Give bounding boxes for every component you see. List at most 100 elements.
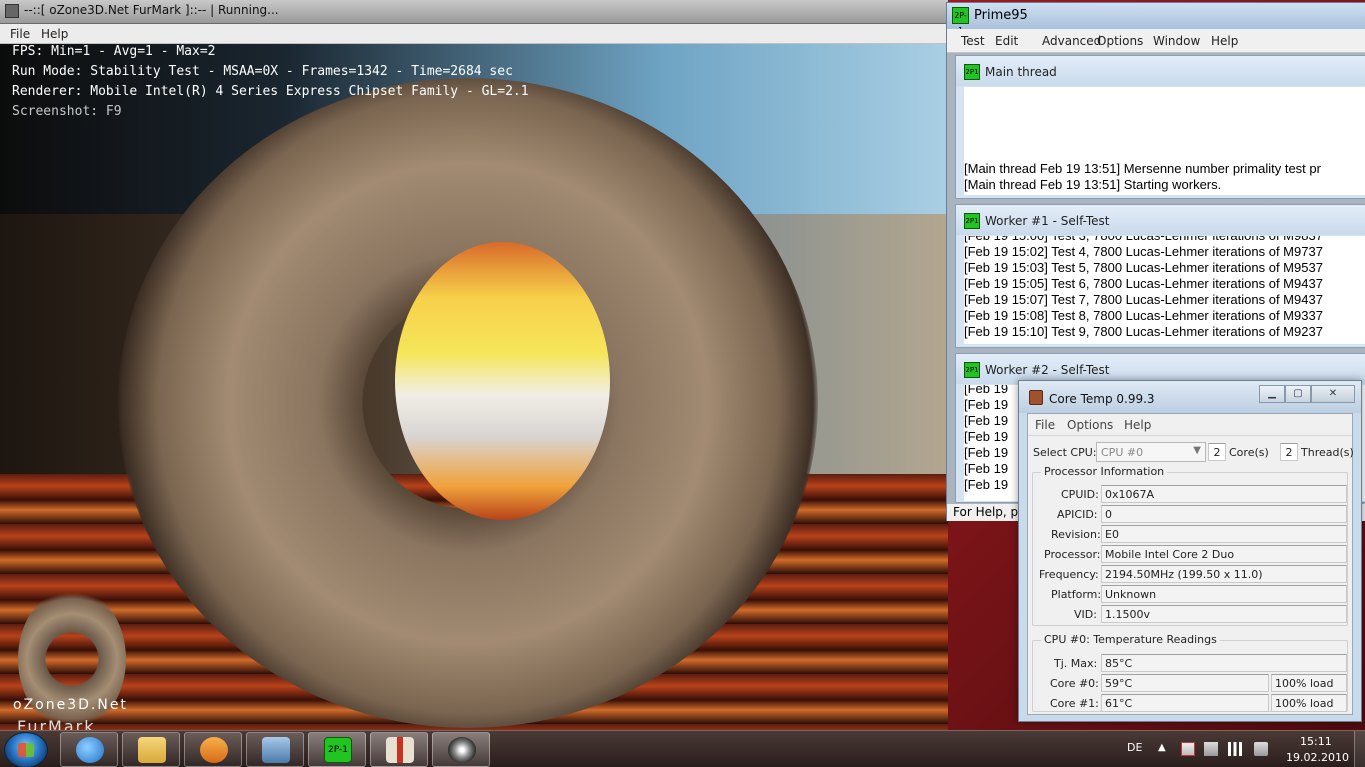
clock-date[interactable]: 19.02.2010 xyxy=(1286,751,1349,764)
hud-screenshot-hint: Screenshot: F9 xyxy=(12,104,122,119)
furmark-logo-name: FurMark xyxy=(17,717,96,730)
power-icon[interactable] xyxy=(1204,742,1218,756)
network-signal-icon[interactable] xyxy=(1228,742,1242,756)
worker1-log-line: [Feb 19 15:07] Test 7, 7800 Lucas-Lehmer… xyxy=(964,292,1323,307)
worker1-log[interactable]: [Feb 19 15:00] Test 3, 7800 Lucas-Lehmer… xyxy=(964,236,1365,344)
furmark-menu-file[interactable]: File xyxy=(10,27,30,41)
main-thread-header[interactable]: 2P1 Main thread xyxy=(956,56,1365,86)
coretemp-window-buttons: ▁ ▢ ✕ xyxy=(1259,385,1355,403)
taskbar: 2P-1 DE ▲ 15:11 19.02.2010 xyxy=(0,730,1365,767)
furmark-menu-help[interactable]: Help xyxy=(41,27,68,41)
info-label: VID: xyxy=(1074,608,1097,621)
maximize-button[interactable]: ▢ xyxy=(1285,385,1311,403)
core1-label: Core #1: xyxy=(1050,697,1099,710)
tj-max-value: 85°C xyxy=(1101,654,1347,672)
taskbar-prime95[interactable]: 2P-1 xyxy=(308,732,366,767)
coretemp-window: Core Temp 0.99.3 ▁ ▢ ✕ File Options Help… xyxy=(1018,380,1362,722)
main-thread-icon: 2P1 xyxy=(964,64,980,80)
temperature-readings-title: CPU #0: Temperature Readings xyxy=(1041,633,1220,646)
processor-info-title: Processor Information xyxy=(1041,465,1168,478)
taskbar-core-temp[interactable] xyxy=(370,732,428,767)
threads-label: Thread(s) xyxy=(1301,446,1354,459)
worker1-icon: 2P1 xyxy=(964,213,980,229)
worker1-log-line: [Feb 19 15:05] Test 6, 7800 Lucas-Lehmer… xyxy=(964,276,1323,291)
show-desktop-button[interactable] xyxy=(1354,731,1365,767)
worker2-title: Worker #2 - Self-Test xyxy=(985,363,1110,377)
coretemp-titlebar[interactable]: Core Temp 0.99.3 ▁ ▢ ✕ xyxy=(1019,381,1361,413)
taskbar-furmark[interactable] xyxy=(432,732,490,767)
prime95-window-title: Prime95 xyxy=(974,8,1028,23)
remote-desktop-icon xyxy=(262,737,290,763)
coretemp-menu-help[interactable]: Help xyxy=(1124,418,1151,432)
taskbar-internet-explorer[interactable] xyxy=(60,732,118,767)
coretemp-content: File Options Help Select CPU: CPU #0 ▼ 2… xyxy=(1027,413,1354,715)
media-player-icon xyxy=(200,737,228,763)
prime95-menubar: Test Edit Advanced Options Window Help xyxy=(947,29,1365,53)
cores-count: 2 xyxy=(1208,443,1226,461)
core0-temp: 59°C xyxy=(1101,674,1269,692)
show-hidden-icons-arrow-icon[interactable]: ▲ xyxy=(1158,742,1166,753)
worker1-log-line: [Feb 19 15:03] Test 5, 7800 Lucas-Lehmer… xyxy=(964,260,1323,275)
thermometer-icon xyxy=(386,737,414,763)
info-label: CPUID: xyxy=(1061,488,1099,501)
coretemp-window-title: Core Temp 0.99.3 xyxy=(1049,392,1155,406)
info-label: APICID: xyxy=(1057,508,1098,521)
apicid-value: 0 xyxy=(1101,505,1347,523)
cores-label: Core(s) xyxy=(1229,446,1269,459)
worker2-icon: 2P1 xyxy=(964,362,980,378)
worker1-window[interactable]: 2P1 Worker #1 - Self-Test [Feb 19 15:00]… xyxy=(955,204,1365,348)
prime95-icon: 2P-1 xyxy=(324,737,352,763)
main-thread-log[interactable]: [Main thread Feb 19 13:51] Mersenne numb… xyxy=(964,87,1365,195)
volume-muted-icon[interactable] xyxy=(1254,742,1268,756)
worker1-log-line: [Feb 19 15:10] Test 9, 7800 Lucas-Lehmer… xyxy=(964,324,1323,339)
minimize-button[interactable]: ▁ xyxy=(1259,385,1285,403)
taskbar-file-explorer[interactable] xyxy=(122,732,180,767)
furmark-menubar: File Help xyxy=(0,24,948,44)
revision-value: E0 xyxy=(1101,525,1347,543)
cpu-select-value: CPU #0 xyxy=(1101,446,1144,459)
worker1-header[interactable]: 2P1 Worker #1 - Self-Test xyxy=(956,205,1365,235)
main-thread-window[interactable]: 2P1 Main thread [Main thread Feb 19 13:5… xyxy=(955,55,1365,199)
furmark-app-icon xyxy=(5,4,19,18)
language-indicator[interactable]: DE xyxy=(1127,741,1142,754)
cpuid-value: 0x1067A xyxy=(1101,485,1347,503)
core0-label: Core #0: xyxy=(1050,677,1099,690)
prime95-menu-window[interactable]: Window xyxy=(1153,34,1200,48)
furmark-titlebar[interactable]: --::[ oZone3D.Net FurMark ]::-- | Runnin… xyxy=(0,0,948,24)
tj-max-label: Tj. Max: xyxy=(1054,657,1098,670)
info-label: Platform: xyxy=(1051,588,1102,601)
prime95-menu-advanced[interactable]: Advanced xyxy=(1042,34,1101,48)
prime95-menu-options[interactable]: Options xyxy=(1097,34,1143,48)
action-center-flag-icon[interactable] xyxy=(1181,742,1195,756)
info-label: Revision: xyxy=(1051,528,1101,541)
taskbar-remote-desktop[interactable] xyxy=(246,732,304,767)
prime95-menu-edit[interactable]: Edit xyxy=(995,34,1018,48)
info-label: Frequency: xyxy=(1039,568,1099,581)
furmark-logo: oZone3D.Net xyxy=(13,697,128,713)
folder-icon xyxy=(138,737,166,763)
thermometer-icon xyxy=(1029,390,1043,405)
hud-renderer: Renderer: Mobile Intel(R) 4 Series Expre… xyxy=(12,84,529,99)
threads-count: 2 xyxy=(1280,443,1298,461)
worker1-title: Worker #1 - Self-Test xyxy=(985,214,1110,228)
vid-value: 1.1500v xyxy=(1101,605,1347,623)
coretemp-menu-file[interactable]: File xyxy=(1035,418,1055,432)
hud-fps: FPS: Min=1 - Avg=1 - Max=2 xyxy=(12,44,216,59)
select-cpu-label: Select CPU: xyxy=(1033,446,1097,459)
furmark-icon xyxy=(448,737,476,763)
prime95-icon: 2P-1 xyxy=(952,7,969,35)
prime95-menu-test[interactable]: Test xyxy=(961,34,985,48)
clock-time[interactable]: 15:11 xyxy=(1300,735,1332,748)
fur-torus-hole xyxy=(395,242,610,520)
prime95-menu-help[interactable]: Help xyxy=(1211,34,1238,48)
close-button[interactable]: ✕ xyxy=(1311,385,1355,403)
cpu-select-dropdown[interactable]: CPU #0 ▼ xyxy=(1096,442,1206,462)
coretemp-menu-options[interactable]: Options xyxy=(1067,418,1113,432)
core1-temp: 61°C xyxy=(1101,694,1269,712)
start-button[interactable] xyxy=(4,732,48,767)
worker1-log-line: [Feb 19 15:02] Test 4, 7800 Lucas-Lehmer… xyxy=(964,244,1323,259)
furmark-window-title: --::[ oZone3D.Net FurMark ]::-- | Runnin… xyxy=(24,3,279,17)
taskbar-media-player[interactable] xyxy=(184,732,242,767)
prime95-titlebar[interactable]: 2P-1 Prime95 xyxy=(947,3,1365,35)
main-thread-log-line: [Main thread Feb 19 13:51] Starting work… xyxy=(964,177,1222,192)
